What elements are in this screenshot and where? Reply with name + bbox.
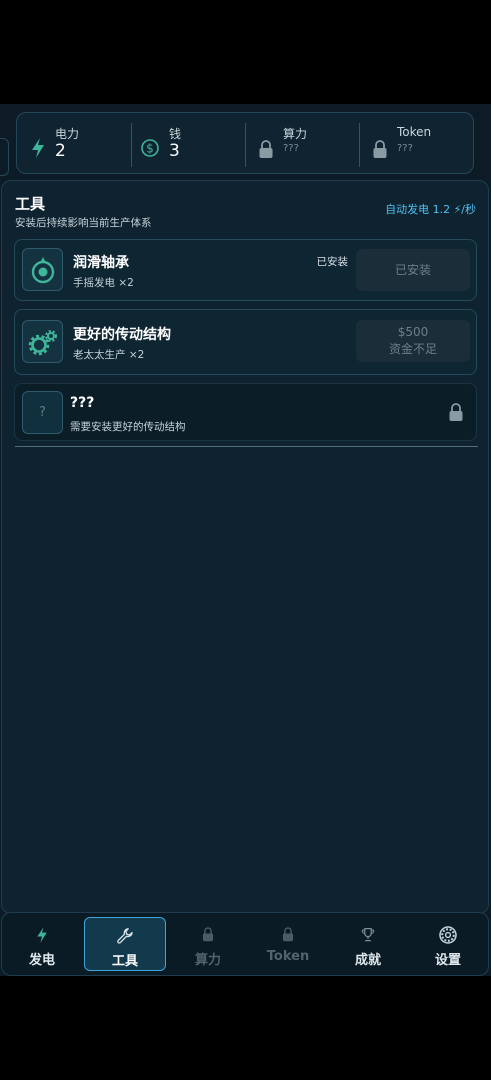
tool-icon-box xyxy=(22,248,63,291)
tool-name: 更好的传动结构 xyxy=(73,327,171,343)
trophy-icon xyxy=(361,928,375,942)
stat-token-label: Token xyxy=(397,125,432,139)
nav-tab-settings[interactable]: 设置 xyxy=(408,913,488,975)
stat-token-value: ??? xyxy=(397,143,413,154)
nav-label: Token xyxy=(266,949,310,964)
nav-label: 工具 xyxy=(111,954,138,969)
nav-label: 发电 xyxy=(28,953,55,968)
stat-compute: 算力 ??? xyxy=(245,113,359,173)
installed-tag: 已安装 xyxy=(316,256,349,268)
lock-icon xyxy=(449,403,463,421)
bottom-nav: 发电 工具 算力 Token 成就 设置 xyxy=(1,912,489,976)
bolt-icon xyxy=(32,138,44,158)
question-icon: ? xyxy=(39,405,46,420)
insufficient-funds-label: 资金不足 xyxy=(388,342,437,356)
lock-icon xyxy=(373,140,387,158)
nav-tab-token[interactable]: Token xyxy=(248,913,328,975)
auto-power-rate: 自动发电 1.2 ⚡/秒 xyxy=(385,203,476,216)
resource-stats-bar: 电力 2 $ 钱 3 算力 ??? Token ??? xyxy=(16,112,474,174)
price-label: $500 xyxy=(397,325,429,339)
tool-desc: 需要安装更好的传动结构 xyxy=(70,421,186,433)
bolt-icon xyxy=(37,927,47,943)
tool-card-bearing: 润滑轴承 手摇发电 ×2 已安装 已安装 xyxy=(14,239,477,301)
tool-card-transmission: 更好的传动结构 老太太生产 ×2 $500 资金不足 xyxy=(14,309,477,375)
tool-icon-box xyxy=(22,320,63,363)
tools-panel: 工具 安装后持续影响当前生产体系 自动发电 1.2 ⚡/秒 润滑轴承 手摇发电 … xyxy=(1,180,489,914)
stat-money: $ 钱 3 xyxy=(131,113,245,173)
svg-text:$: $ xyxy=(146,142,154,156)
tool-desc: 手摇发电 ×2 xyxy=(73,277,134,289)
dollar-icon: $ xyxy=(141,139,159,157)
installed-button-label: 已安装 xyxy=(394,262,431,277)
tool-card-locked: ? ??? 需要安装更好的传动结构 xyxy=(14,383,477,441)
stat-token: Token ??? xyxy=(359,113,473,173)
wrench-icon xyxy=(117,928,133,944)
tool-name: 润滑轴承 xyxy=(73,255,129,271)
buy-button[interactable]: $500 资金不足 xyxy=(356,320,470,362)
nav-label: 成就 xyxy=(354,953,381,968)
list-divider xyxy=(15,446,478,447)
lock-icon xyxy=(259,140,273,158)
lock-icon xyxy=(282,927,294,942)
stat-money-value: 3 xyxy=(169,141,180,161)
gear-icon xyxy=(439,926,457,944)
unknown-tool-icon-box: ? xyxy=(22,391,63,434)
nav-label: 设置 xyxy=(434,953,461,968)
stat-power-value: 2 xyxy=(55,141,66,161)
panel-title: 工具 xyxy=(15,195,46,213)
gears-icon xyxy=(28,329,57,355)
app-screen: 电力 2 $ 钱 3 算力 ??? Token ??? 工具 安装后持续影响当前… xyxy=(0,104,491,976)
nav-tab-compute[interactable]: 算力 xyxy=(168,913,248,975)
nav-tab-tools[interactable]: 工具 xyxy=(84,917,166,971)
stat-power-label: 电力 xyxy=(55,127,80,141)
installed-button[interactable]: 已安装 xyxy=(356,249,470,291)
panel-subtitle: 安装后持续影响当前生产体系 xyxy=(15,217,152,229)
tool-desc: 老太太生产 ×2 xyxy=(73,349,145,361)
bearing-icon xyxy=(31,256,54,283)
stat-compute-label: 算力 xyxy=(283,127,308,141)
side-edge-tab xyxy=(0,138,9,176)
nav-label: 算力 xyxy=(194,953,221,968)
stat-money-label: 钱 xyxy=(169,127,182,141)
nav-tab-power[interactable]: 发电 xyxy=(2,913,82,975)
stat-compute-value: ??? xyxy=(283,143,299,154)
tool-name: ??? xyxy=(70,395,95,411)
stat-power: 电力 2 xyxy=(17,113,131,173)
lock-icon xyxy=(202,927,214,942)
nav-tab-achievements[interactable]: 成就 xyxy=(328,913,408,975)
